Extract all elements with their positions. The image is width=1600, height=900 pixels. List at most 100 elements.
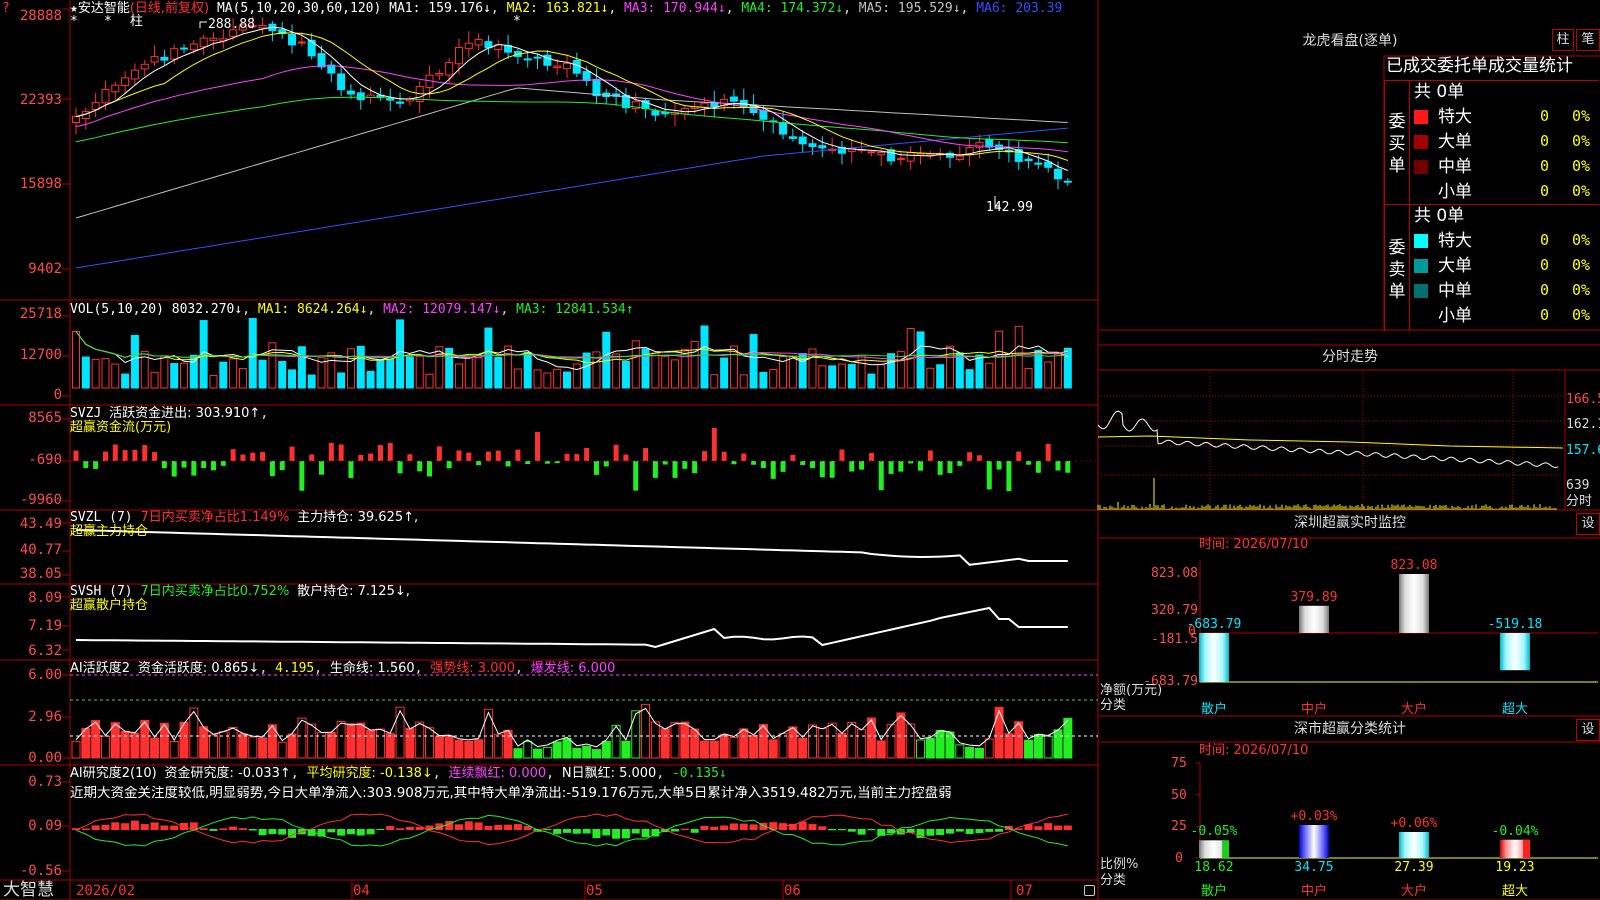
vol-ma2: MA2: 12079.147↓ — [383, 302, 501, 317]
candle-body — [1034, 162, 1043, 165]
candle-body — [906, 152, 915, 162]
order-percent: 0% — [1572, 231, 1591, 249]
ma-value-2: MA2: 163.821↓ — [506, 1, 609, 16]
svzj-bar — [564, 453, 570, 461]
svzj-bar — [132, 449, 138, 461]
volume-bar — [415, 355, 424, 389]
ai-research-bar — [945, 829, 954, 834]
ai-active-bar — [847, 721, 857, 759]
volume-bar — [621, 360, 630, 389]
ai-active-bar — [572, 747, 582, 759]
ai-research-bar — [386, 825, 395, 830]
bar-view-button[interactable]: 柱 — [1552, 29, 1574, 51]
ai-research-bar — [454, 824, 463, 830]
sell-order-section: 委卖单 共 0单 特大 0 0% 大单 0 0% 中单 0 0% 小单 0 0% — [1384, 204, 1599, 331]
candle-body — [199, 37, 208, 48]
candle-body — [779, 122, 788, 135]
ai-research-bar — [710, 826, 719, 830]
stats-bar — [1299, 824, 1329, 858]
ai-active-bar — [120, 730, 130, 759]
volume-bar — [1014, 325, 1023, 389]
ai-research-bar — [572, 829, 581, 834]
ai-active-bar — [248, 736, 258, 759]
svsh-y-label: 7.19 — [28, 618, 62, 634]
ai-research-bar — [484, 825, 493, 830]
volume-bar — [376, 359, 385, 389]
ai-active-bar — [277, 741, 287, 759]
svzj-bar — [957, 461, 963, 466]
asterisk-marker-2: * — [104, 14, 112, 29]
monitor-value-label: 379.89 — [1290, 589, 1338, 605]
color-swatch — [1414, 110, 1428, 124]
ai-research-bar — [405, 826, 414, 830]
volume-bar — [533, 369, 542, 389]
ai-active-bar — [808, 724, 817, 759]
svzj-bar — [810, 461, 815, 469]
svzj-bar — [584, 448, 590, 461]
buy-order-section: 委买单 共 0单 特大 0 0% 大单 0 0% 中单 0 0% 小单 0 0% — [1384, 80, 1599, 205]
volume-bar — [484, 327, 493, 389]
candle-body — [474, 39, 483, 46]
svzj-bar — [220, 461, 226, 466]
ai-active-bar — [866, 717, 876, 759]
candle-body — [317, 53, 326, 68]
svzj-bar — [711, 427, 717, 461]
line-view-button[interactable]: 笔 — [1576, 29, 1600, 51]
svzj-bar — [485, 451, 491, 461]
volume-bar — [523, 351, 532, 389]
monitor-settings-button[interactable]: 设 — [1576, 513, 1600, 535]
color-swatch — [1414, 259, 1428, 273]
candle-body — [651, 110, 660, 116]
ai-active-bar — [974, 747, 984, 759]
order-size-label: 大单 — [1438, 132, 1472, 152]
volume-bar — [896, 351, 905, 389]
ai-research-bar — [356, 829, 365, 836]
svzj-bar — [760, 461, 766, 469]
svzl-y-label: 38.05 — [19, 566, 62, 582]
svzj-bar — [790, 454, 796, 461]
svzj-bar — [456, 450, 462, 461]
svzj-bar — [181, 461, 187, 468]
ai-active-bar — [317, 732, 326, 759]
ai-research-bar — [464, 821, 473, 830]
monitor-value-label: -519.18 — [1487, 616, 1543, 632]
stats-settings-button[interactable]: 设 — [1576, 719, 1600, 741]
candle-body — [1063, 180, 1072, 183]
volume-bar — [513, 368, 522, 389]
svzl-y-label: 40.77 — [19, 542, 62, 558]
ai-active-bar — [817, 728, 827, 759]
ai-research-bar — [641, 829, 650, 838]
ai-research-bar — [219, 828, 228, 830]
svzj-bar — [476, 461, 482, 466]
svzj-bar — [112, 444, 118, 461]
svzj-bar — [692, 461, 698, 474]
volume-bar — [396, 319, 405, 389]
ai-research-bar — [995, 829, 1004, 832]
svzj-bar — [701, 451, 707, 461]
stats-x-title: 分类 — [1100, 873, 1127, 888]
ai-active-bar — [994, 706, 1004, 759]
volume-bar — [926, 367, 935, 389]
minute-y-label: 639 — [1566, 478, 1590, 493]
lock-icon[interactable] — [1084, 885, 1095, 896]
chart-canvas[interactable] — [0, 0, 1600, 900]
ma-value-4: MA4: 174.372↓ — [741, 1, 844, 16]
candle-body — [464, 42, 473, 50]
svzj-bar — [1055, 461, 1061, 471]
order-percent: 0% — [1572, 182, 1591, 200]
volume-bar — [346, 348, 355, 389]
ai-research-bar — [121, 823, 130, 830]
stats-value-label: 19.23 — [1495, 860, 1535, 875]
volume-bar — [553, 368, 562, 389]
ma1-line — [75, 26, 1068, 171]
volume-bar — [965, 369, 974, 389]
ai-active-bar — [690, 728, 700, 759]
vol-ma3: MA3: 12841.534↑ — [516, 302, 634, 317]
ai-active-bar — [650, 721, 660, 759]
order-count: 0 — [1540, 231, 1550, 249]
svzj-bar — [152, 452, 158, 461]
svzj-bar — [976, 455, 982, 461]
volume-bar — [1063, 347, 1072, 389]
stats-y-title: 比例% — [1100, 857, 1139, 872]
svzj-bar — [299, 461, 305, 491]
